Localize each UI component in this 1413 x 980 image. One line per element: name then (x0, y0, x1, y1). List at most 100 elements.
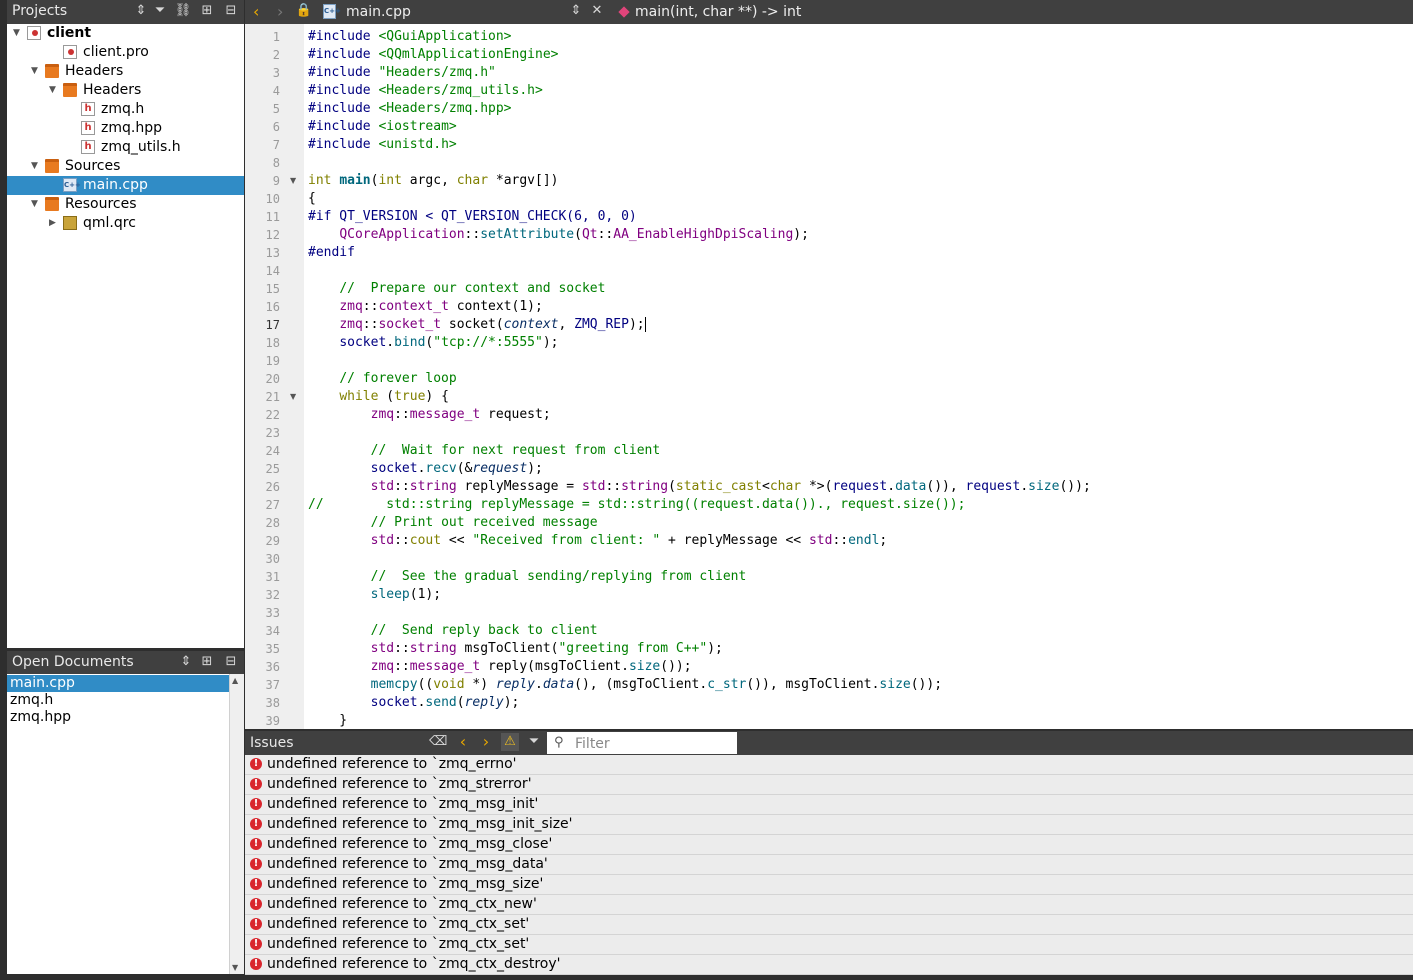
issue-text: undefined reference to `zmq_strerror' (267, 776, 532, 792)
chevron-down-icon[interactable]: ▼ (31, 157, 43, 176)
filter-icon[interactable]: ⏷ (151, 2, 169, 20)
tree-item-label: zmq_utils.h (101, 139, 181, 155)
line-number: 6 (272, 120, 280, 134)
tree-item[interactable]: client.pro (7, 43, 244, 62)
open-document-item[interactable]: zmq.h (7, 692, 229, 709)
issue-row[interactable]: ! undefined reference to `zmq_msg_size' (245, 875, 1413, 895)
tree-item[interactable]: ▼ Resources (7, 195, 244, 214)
issue-row[interactable]: ! undefined reference to `zmq_msg_init_si… (245, 815, 1413, 835)
chevron-down-icon[interactable]: ▼ (49, 81, 61, 100)
updown-arrows-icon[interactable]: ⇕ (567, 2, 585, 20)
header-file-icon: h (81, 140, 95, 154)
close-pane-icon[interactable]: ⊟ (222, 653, 240, 671)
chevron-right-icon[interactable]: › (277, 2, 283, 21)
code-line: // Prepare our context and socket (339, 281, 606, 296)
close-pane-icon[interactable]: ⊟ (222, 2, 240, 20)
chevron-right-icon[interactable]: ▶ (49, 214, 61, 233)
tree-item[interactable]: ▼ client (7, 24, 244, 43)
line-number: 15 (265, 282, 280, 296)
code-line: zmq::socket_t socket(context, ZMQ_REP); (339, 317, 646, 332)
tree-item[interactable]: C++ main.cpp (7, 176, 244, 195)
tree-item-label: Headers (83, 82, 142, 98)
issues-list[interactable]: ! undefined reference to `zmq_errno'! unde… (245, 755, 1413, 975)
open-documents-list[interactable]: main.cpp zmq.h zmq.hpp (7, 674, 229, 974)
code-line: #include <Headers/zmq.hpp> (308, 101, 512, 116)
code-line: // std::string replyMessage = std::strin… (308, 497, 966, 512)
line-number: 9 (272, 174, 280, 188)
chevron-left-icon[interactable]: ‹ (454, 733, 472, 751)
line-number: 12 (265, 228, 280, 242)
resource-folder-icon (45, 197, 59, 211)
issues-pane-header: Issues ⌫ ‹ › ⚠ ⏷ ⚲ (245, 731, 1413, 755)
tree-item[interactable]: ▼ Headers (7, 62, 244, 81)
issue-row[interactable]: ! undefined reference to `zmq_errno' (245, 755, 1413, 775)
filter-input[interactable] (573, 734, 737, 753)
scroll-up-icon[interactable]: ▲ (232, 676, 238, 685)
fold-marker-icon[interactable]: ▼ (290, 388, 296, 406)
filter-icon[interactable]: ⏷ (525, 733, 543, 751)
tree-item[interactable]: h zmq_utils.h (7, 138, 244, 157)
link-icon[interactable]: ⛓ (174, 2, 192, 20)
editor-toolbar: ‹ › 🔒 ⇕ ✕ (245, 0, 1413, 24)
updown-arrows-icon[interactable]: ⇕ (177, 653, 195, 671)
chevron-down-icon[interactable]: ▼ (31, 62, 43, 81)
editor-file-selector[interactable]: main.cpp (346, 4, 411, 20)
clean-icon[interactable]: ⌫ (429, 733, 447, 751)
issue-row[interactable]: ! undefined reference to `zmq_ctx_set' (245, 915, 1413, 935)
code-line: // Send reply back to client (370, 623, 598, 638)
function-selector[interactable]: main(int, char **) -> int (635, 4, 801, 20)
split-icon[interactable]: ⊞ (198, 2, 216, 20)
chevron-left-icon[interactable]: ‹ (253, 2, 259, 21)
issue-row[interactable]: ! undefined reference to `zmq_ctx_new' (245, 895, 1413, 915)
cpp-file-icon: C++ (323, 4, 341, 19)
code-line: zmq::message_t request; (370, 407, 551, 422)
open-documents-header: Open Documents ⇕ ⊞ ⊟ (7, 651, 244, 674)
tree-item-label: zmq.hpp (101, 120, 162, 136)
open-document-item[interactable]: main.cpp (7, 675, 229, 692)
code-line: #include <Headers/zmq_utils.h> (308, 83, 543, 98)
line-number: 27 (265, 498, 280, 512)
project-tree[interactable]: ▼ client client.pro ▼ Headers ▼ Headers h zmq.h h… (7, 24, 244, 648)
close-icon[interactable]: ✕ (588, 2, 606, 20)
line-number: 37 (265, 678, 280, 692)
tree-item[interactable]: ▶ qml.qrc (7, 214, 244, 233)
issue-row[interactable]: ! undefined reference to `zmq_ctx_destroy… (245, 955, 1413, 975)
tree-item[interactable]: ▼ Sources (7, 157, 244, 176)
search-icon: ⚲ (554, 735, 564, 750)
code-line: #include "Headers/zmq.h" (308, 65, 496, 80)
tree-item-label: client (47, 25, 92, 41)
open-documents-scrollbar[interactable]: ▲ ▼ (229, 674, 244, 974)
filter-field[interactable]: ⚲ (547, 732, 737, 754)
line-number: 21 (265, 390, 280, 404)
chevron-down-icon[interactable]: ▼ (31, 195, 43, 214)
text-cursor (644, 317, 646, 332)
scroll-down-icon[interactable]: ▼ (232, 963, 238, 972)
lock-icon: 🔒 (295, 3, 313, 18)
warning-icon[interactable]: ⚠ (501, 733, 519, 751)
fold-marker-icon[interactable]: ▼ (290, 172, 296, 190)
line-number: 32 (265, 588, 280, 602)
code-line: #include <QQmlApplicationEngine> (308, 47, 559, 62)
line-number: 31 (265, 570, 280, 584)
line-number: 34 (265, 624, 280, 638)
code-line: #include <QGuiApplication> (308, 29, 512, 44)
line-number: 8 (272, 156, 280, 170)
tree-item[interactable]: h zmq.h (7, 100, 244, 119)
open-document-item[interactable]: zmq.hpp (7, 709, 229, 726)
line-number: 22 (265, 408, 280, 422)
code-line: QCoreApplication::setAttribute(Qt::AA_En… (339, 227, 809, 242)
issue-row[interactable]: ! undefined reference to `zmq_ctx_set' (245, 935, 1413, 955)
issue-row[interactable]: ! undefined reference to `zmq_msg_close' (245, 835, 1413, 855)
line-number: 13 (265, 246, 280, 260)
tree-item[interactable]: h zmq.hpp (7, 119, 244, 138)
issue-text: undefined reference to `zmq_errno' (267, 756, 517, 772)
issue-row[interactable]: ! undefined reference to `zmq_strerror' (245, 775, 1413, 795)
issue-row[interactable]: ! undefined reference to `zmq_msg_init' (245, 795, 1413, 815)
tree-item[interactable]: ▼ Headers (7, 81, 244, 100)
chevron-down-icon[interactable]: ▼ (13, 24, 25, 43)
issue-row[interactable]: ! undefined reference to `zmq_msg_data' (245, 855, 1413, 875)
split-icon[interactable]: ⊞ (198, 653, 216, 671)
code-editor[interactable]: 1 2 3 4 5 6 7 8 9 10 11 12 13 14 15 16 17 18 19 20 21 22 23 24 2… (245, 24, 1413, 729)
updown-arrows-icon[interactable]: ⇕ (132, 2, 150, 20)
chevron-right-icon[interactable]: › (477, 733, 495, 751)
